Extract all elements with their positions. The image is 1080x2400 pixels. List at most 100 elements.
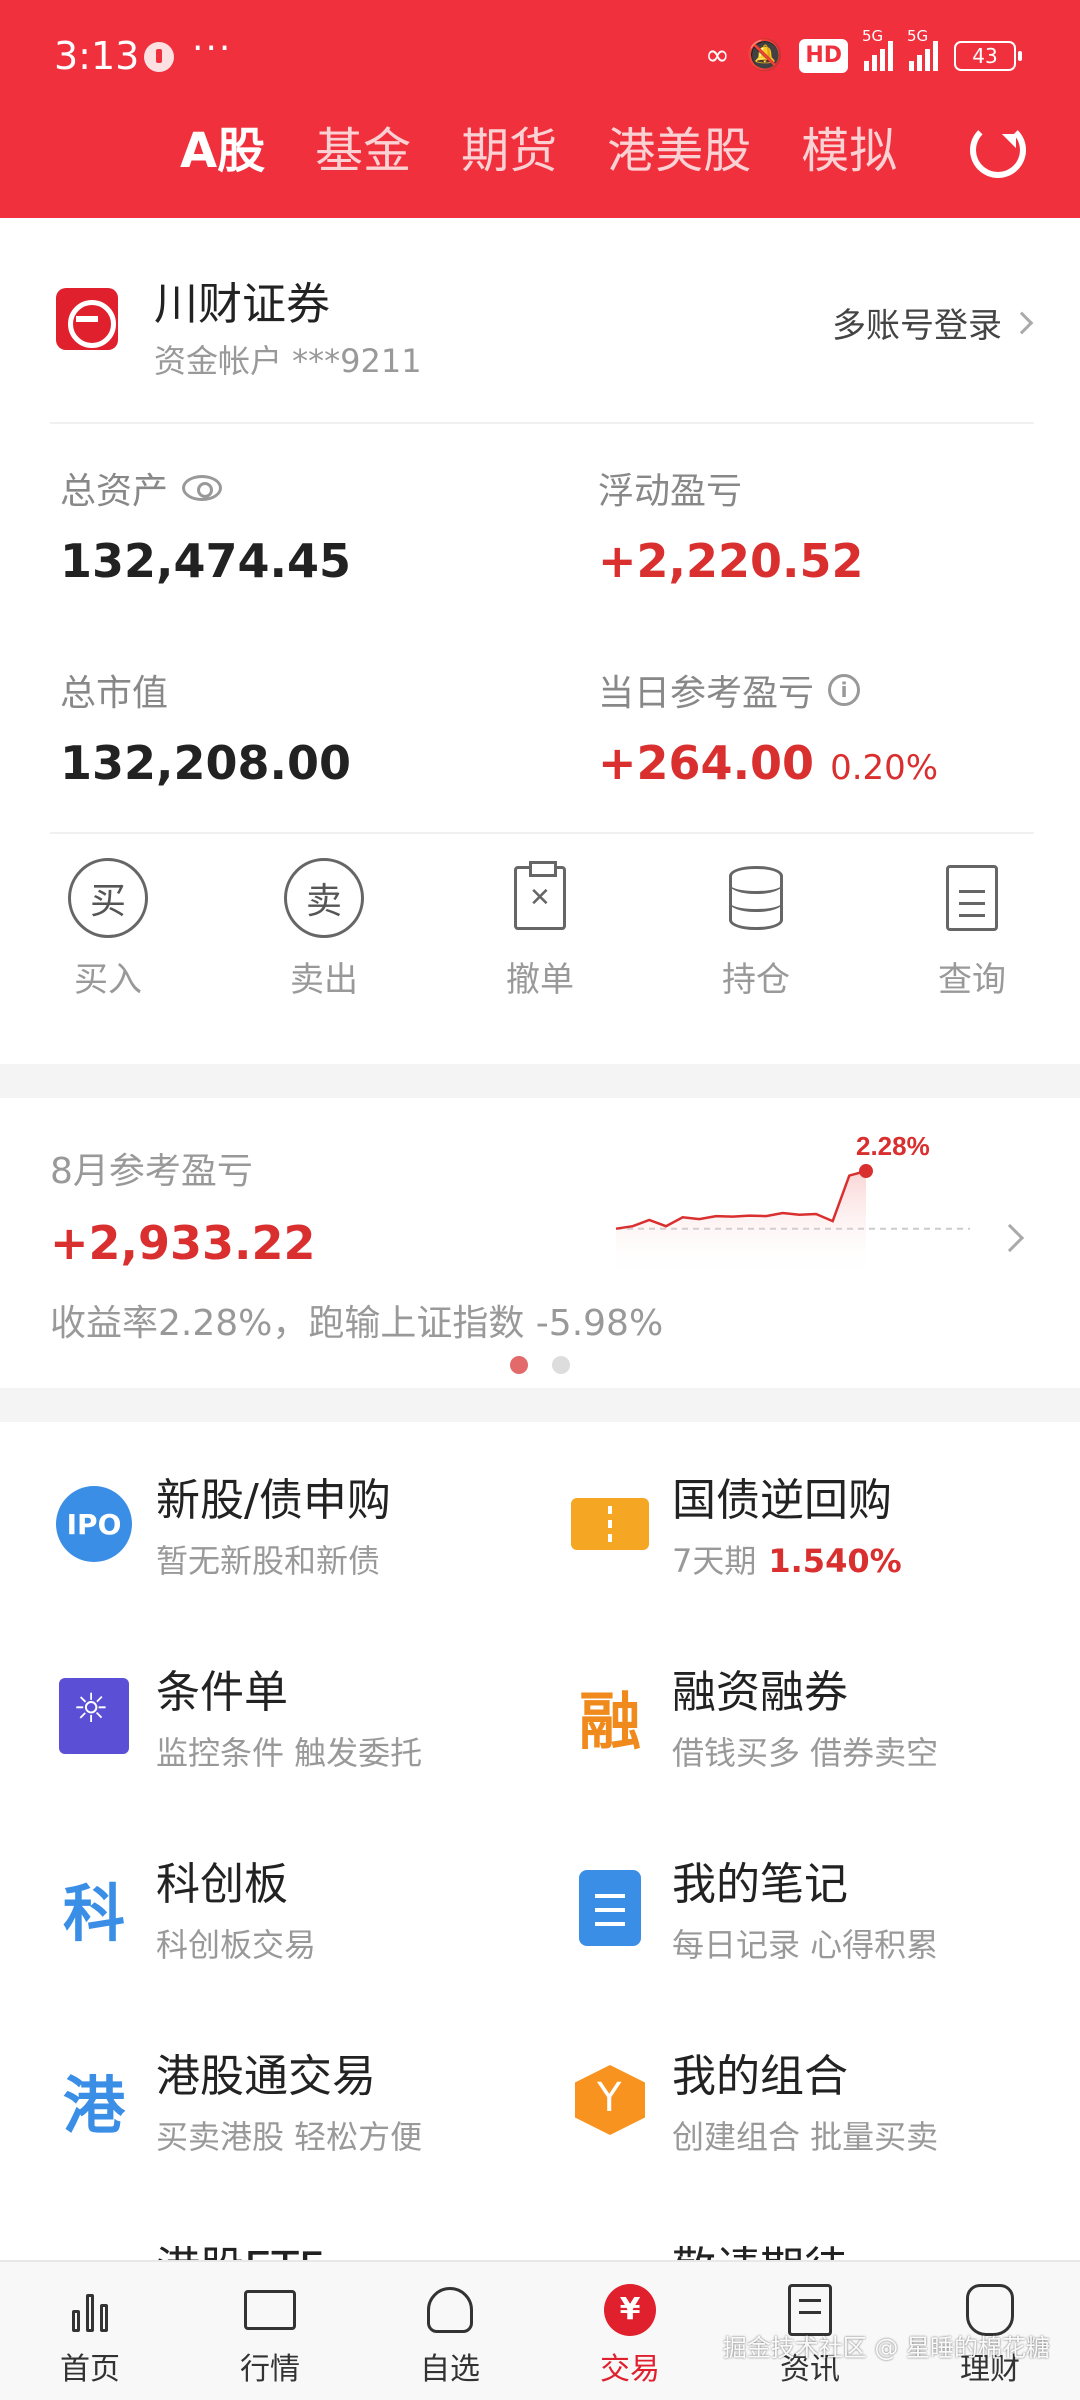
chevron-right-icon[interactable] xyxy=(995,1223,1025,1253)
feature-title: 融资融券 xyxy=(672,1667,848,1718)
sell-label: 卖出 xyxy=(290,960,358,1000)
hk-connect-item[interactable]: 港 港股通交易 买卖港股 轻松方便 xyxy=(54,2040,554,2180)
daily-pl-percent: 0.20% xyxy=(830,748,939,788)
condition-icon xyxy=(54,1676,134,1756)
tab-funds[interactable]: 基金 xyxy=(315,116,411,186)
document-icon xyxy=(932,858,1012,938)
my-notes-item[interactable]: 我的笔记 每日记录 心得积累 xyxy=(570,1848,1070,1988)
multi-login-label: 多账号登录 xyxy=(832,306,1002,346)
feature-title: 新股/债申购 xyxy=(156,1475,391,1526)
note-icon xyxy=(570,1868,650,1948)
status-time: 3:13 xyxy=(54,34,140,78)
top-header: 3:13 ··· ∞ 🔕 HD 5G 5G 43 A股 基金 期货 港美股 模拟 xyxy=(0,0,1080,218)
cancel-order-button[interactable]: 撤单 xyxy=(432,858,648,1038)
status-right: ∞ 🔕 HD 5G 5G 43 xyxy=(704,27,1022,78)
nav-watchlist[interactable]: 自选 xyxy=(360,2262,540,2400)
broker-logo-icon xyxy=(56,288,118,350)
feature-title: 科创板 xyxy=(156,1859,288,1910)
reverse-repo-item[interactable]: 国债逆回购 7天期 1.540% xyxy=(570,1464,1070,1604)
sparkline-chart: 2.28% xyxy=(615,1131,970,1278)
monitor-chart-icon xyxy=(242,2284,298,2336)
buy-label: 买入 xyxy=(74,960,142,1000)
signal-icon-2: 5G xyxy=(907,27,938,71)
feature-subtitle: 每日记录 心得积累 xyxy=(672,1926,939,1964)
mute-bell-icon: 🔕 xyxy=(745,38,784,73)
nav-home[interactable]: 首页 xyxy=(0,2262,180,2400)
feature-subtitle: 买卖港股 轻松方便 xyxy=(156,2118,423,2156)
refresh-icon[interactable] xyxy=(970,122,1026,178)
tab-a-shares[interactable]: A股 xyxy=(180,116,265,186)
coming-soon-item[interactable]: 敬请期待 xyxy=(672,2232,848,2260)
monthly-pl-value: +2,933.22 xyxy=(50,1216,316,1270)
my-portfolio-item[interactable]: 我的组合 创建组合 批量买卖 xyxy=(570,2040,1070,2180)
info-icon[interactable]: i xyxy=(828,674,861,706)
repo-rate: 1.540% xyxy=(768,1542,902,1580)
monthly-pl-card[interactable]: 8月参考盈亏 +2,933.22 收益率2.28%，跑输上证指数 -5.98% … xyxy=(0,1098,1080,1388)
link-icon: ∞ xyxy=(704,38,730,73)
daily-pl-amount: +264.00 xyxy=(598,736,815,790)
database-icon xyxy=(716,858,796,938)
trade-actions: 买 买入 卖 卖出 撤单 持仓 查询 xyxy=(0,858,1080,1038)
feature-title: 我的笔记 xyxy=(672,1859,848,1910)
floating-pl-value: +2,220.52 xyxy=(598,534,864,588)
floating-pl-text: 浮动盈亏 xyxy=(598,471,743,512)
nav-quotes[interactable]: 行情 xyxy=(180,2262,360,2400)
divider xyxy=(50,832,1034,834)
buy-icon: 买 xyxy=(68,858,148,938)
total-assets-label: 总资产 xyxy=(60,462,223,514)
yen-icon: ¥ xyxy=(602,2284,658,2336)
monthly-pl-label: 8月参考盈亏 xyxy=(50,1151,253,1192)
feature-title: 国债逆回购 xyxy=(672,1475,892,1526)
ticket-icon xyxy=(570,1484,650,1564)
daily-pl-label: 当日参考盈亏 i xyxy=(598,664,861,716)
multi-account-login-link[interactable]: 多账号登录 xyxy=(832,298,1034,347)
nav-trade-label: 交易 xyxy=(600,2352,660,2387)
battery-icon: 43 xyxy=(954,41,1022,71)
positions-button[interactable]: 持仓 xyxy=(648,858,864,1038)
total-assets-value: 132,474.45 xyxy=(60,534,352,588)
portfolio-icon xyxy=(570,2060,650,2140)
query-button[interactable]: 查询 xyxy=(864,858,1080,1038)
buy-button[interactable]: 买 买入 xyxy=(0,858,216,1038)
hk-etf-item[interactable]: 港股ETF xyxy=(156,2232,324,2260)
market-value-text: 总市值 xyxy=(60,673,169,714)
margin-icon: 融 xyxy=(578,1685,641,1758)
margin-trading-item[interactable]: 融 融资融券 借钱买多 借券卖空 xyxy=(570,1656,1070,1796)
candlestick-icon xyxy=(62,2284,118,2336)
floating-pl-label: 浮动盈亏 xyxy=(598,462,742,514)
music-note-icon xyxy=(144,42,174,72)
ipo-subscription-item[interactable]: IPO 新股/债申购 暂无新股和新债 xyxy=(54,1464,554,1604)
feature-subtitle: 借钱买多 借券卖空 xyxy=(672,1734,939,1772)
feature-subtitle: 7天期 1.540% xyxy=(672,1542,902,1580)
ipo-icon: IPO xyxy=(54,1484,134,1564)
conditional-order-item[interactable]: 条件单 监控条件 触发委托 xyxy=(54,1656,554,1796)
sell-button[interactable]: 卖 卖出 xyxy=(216,858,432,1038)
feature-subtitle: 监控条件 触发委托 xyxy=(156,1734,423,1772)
divider xyxy=(50,422,1034,424)
star-market-item[interactable]: 科 科创板 科创板交易 xyxy=(54,1848,554,1988)
watermark: 掘金技术社区 @ 星睡的棉花糖 xyxy=(722,2334,1050,2362)
total-assets-text: 总资产 xyxy=(60,471,169,512)
tab-simulation[interactable]: 模拟 xyxy=(801,116,897,186)
market-value-label: 总市值 xyxy=(60,664,168,716)
cancel-order-label: 撤单 xyxy=(506,960,574,1000)
hk-connect-icon: 港 xyxy=(62,2069,125,2142)
star-board-icon: 科 xyxy=(62,1877,125,1950)
sparkline-area xyxy=(616,1171,866,1278)
feature-subtitle: 创建组合 批量买卖 xyxy=(672,2118,939,2156)
sparkline-end-point xyxy=(859,1164,873,1179)
chevron-right-icon xyxy=(1010,311,1034,334)
query-label: 查询 xyxy=(938,960,1006,1000)
status-bar: 3:13 ··· ∞ 🔕 HD 5G 5G 43 xyxy=(0,0,1080,112)
eye-icon[interactable] xyxy=(182,475,223,501)
page-indicator-active xyxy=(510,1356,528,1374)
nav-trade[interactable]: ¥ 交易 xyxy=(540,2262,720,2400)
feature-title: 条件单 xyxy=(156,1667,288,1718)
market-value-value: 132,208.00 xyxy=(60,736,352,790)
nav-home-label: 首页 xyxy=(60,2352,120,2387)
tab-hk-us[interactable]: 港美股 xyxy=(607,116,751,186)
monthly-pl-description: 收益率2.28%，跑输上证指数 -5.98% xyxy=(50,1303,664,1344)
nav-quotes-label: 行情 xyxy=(240,2352,300,2387)
daily-pl-value: +264.00 0.20% xyxy=(598,736,938,790)
tab-futures[interactable]: 期货 xyxy=(461,116,557,186)
